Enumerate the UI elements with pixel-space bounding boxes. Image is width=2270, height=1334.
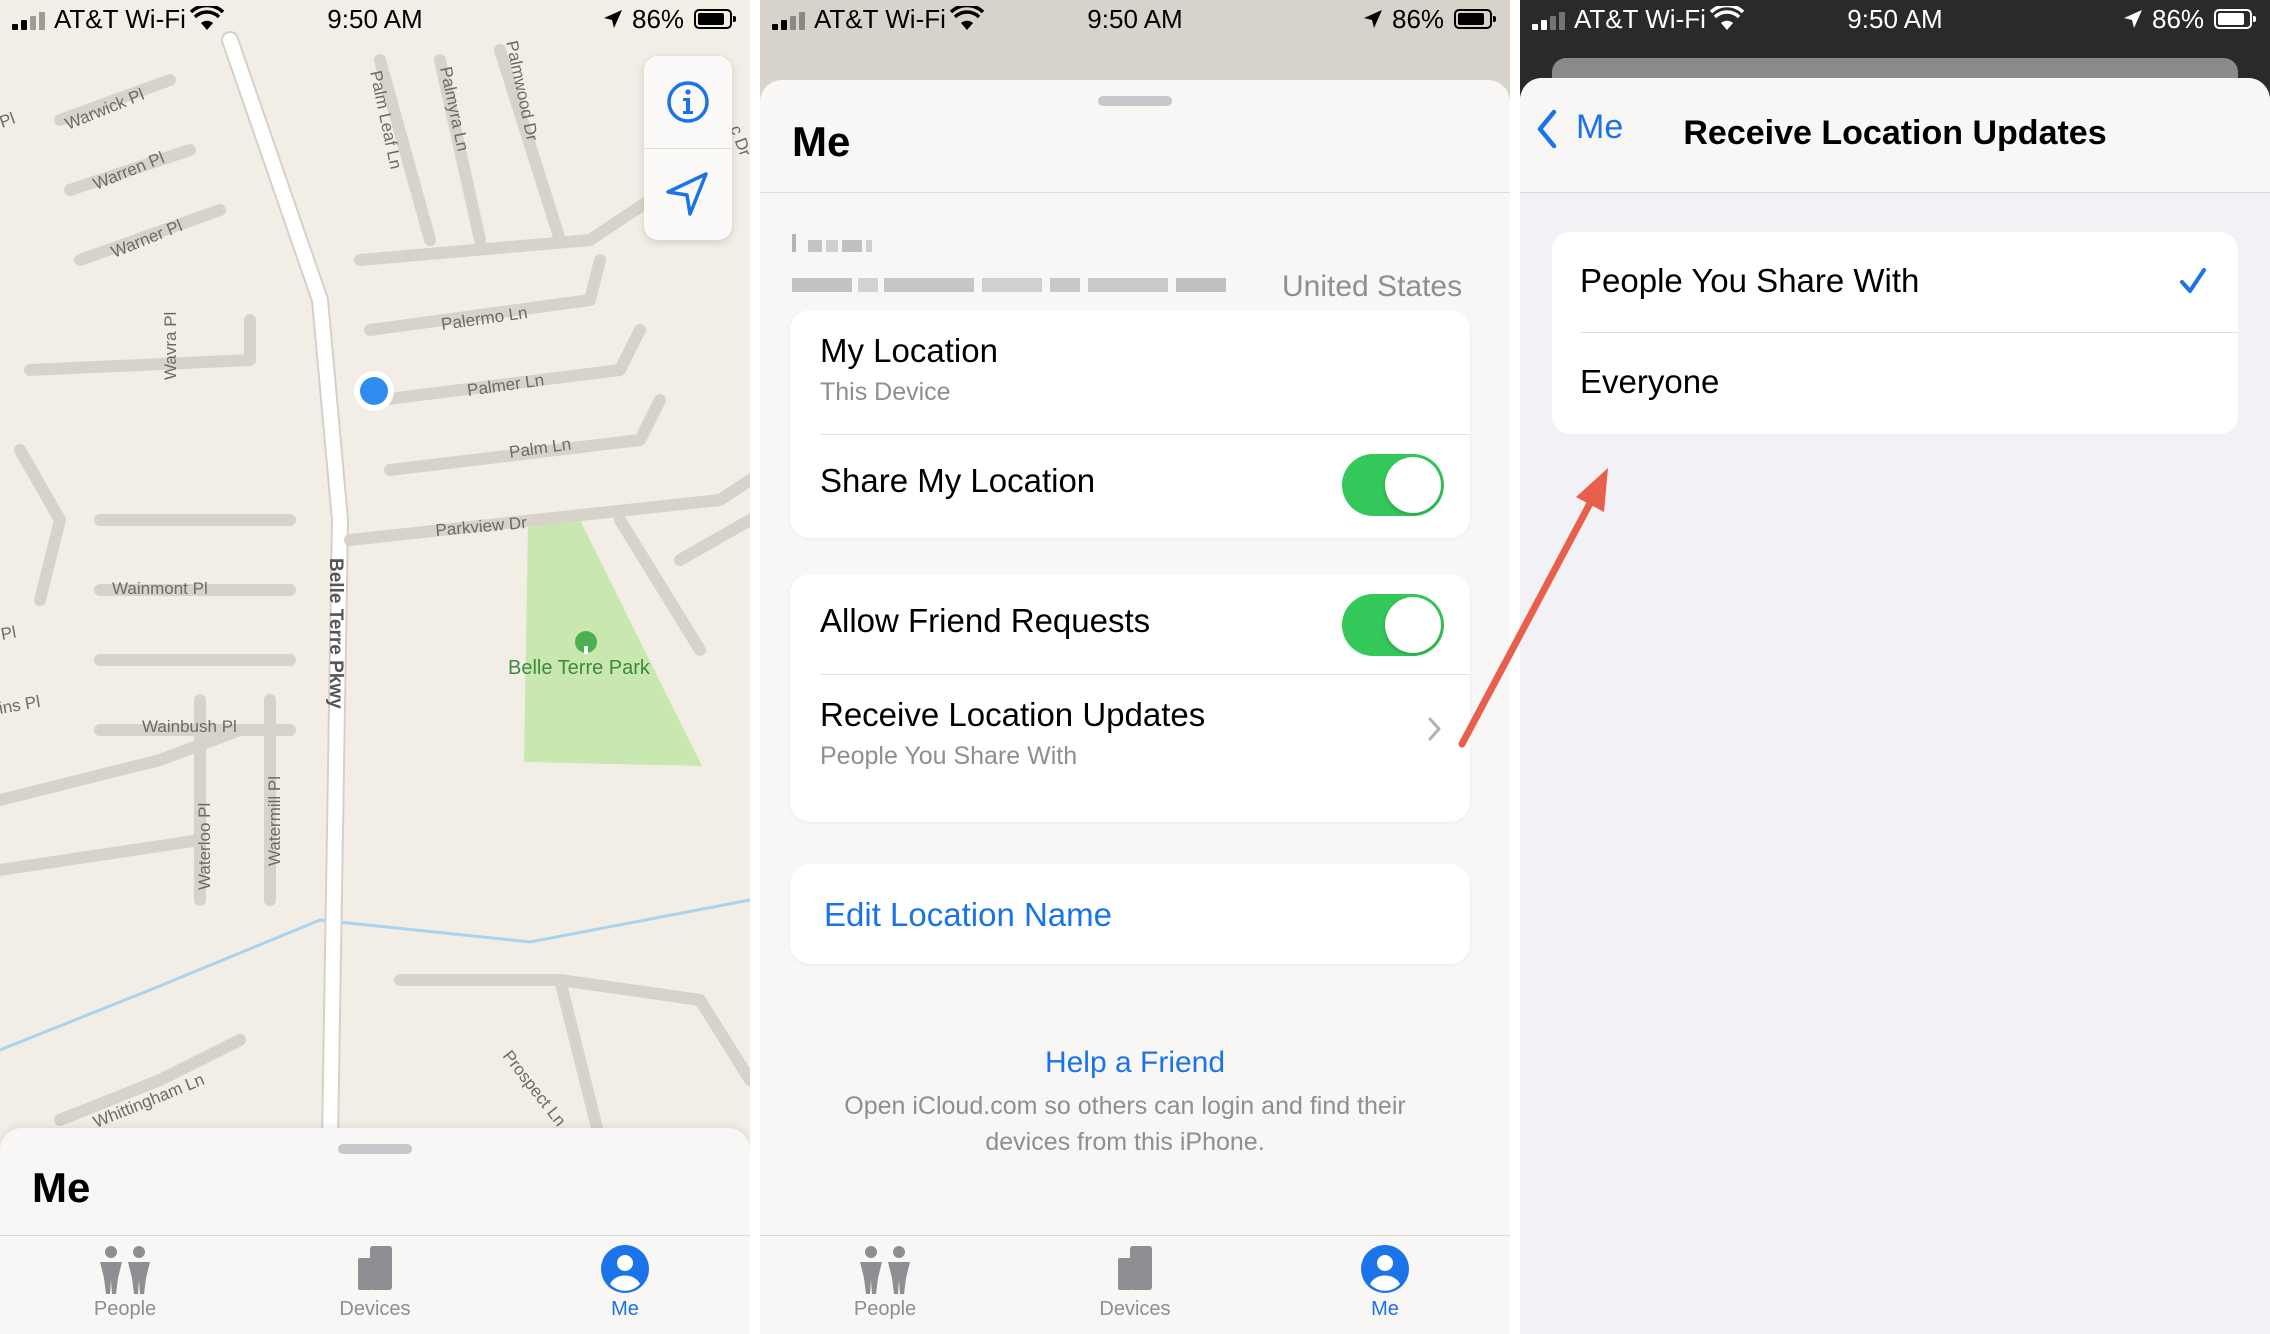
battery-icon: [694, 9, 736, 29]
status-bar: AT&T Wi-Fi 9:50 AM 86%: [1520, 0, 2270, 40]
sheet-grabber[interactable]: [338, 1144, 412, 1154]
location-services-icon: [1364, 10, 1382, 28]
edit-location-name-button[interactable]: Edit Location Name: [790, 864, 1470, 964]
option-label: People You Share With: [1580, 262, 1920, 299]
sheet-grabber[interactable]: [1098, 96, 1172, 106]
track-location-button[interactable]: [644, 148, 732, 240]
tab-label: People: [853, 1298, 917, 1320]
current-location-dot: [360, 377, 388, 405]
tab-label: Devices: [339, 1298, 411, 1320]
tab-me[interactable]: Me: [1260, 1244, 1510, 1321]
street-label: Watermill Pl: [265, 776, 284, 866]
chevron-right-icon: [1428, 717, 1441, 741]
receive-location-updates-label: Receive Location Updates: [820, 696, 1206, 733]
panel-map-screen: Warwick Pl Warren Pl Warner Pl Palm Leaf…: [0, 0, 750, 1334]
option-everyone[interactable]: Everyone: [1552, 333, 2238, 433]
battery-icon: [1454, 9, 1496, 29]
checkmark-icon: [2180, 268, 2206, 293]
allow-friend-requests-label: Allow Friend Requests: [820, 602, 1151, 639]
tab-devices[interactable]: Devices: [1010, 1244, 1260, 1321]
devices-icon: [358, 1246, 392, 1290]
panel-me-screen: AT&T Wi-Fi 9:50 AM 86% Me United States …: [760, 0, 1510, 1334]
tab-devices[interactable]: Devices: [250, 1244, 500, 1321]
tab-label: People: [93, 1298, 157, 1320]
my-location-label: My Location: [820, 332, 998, 369]
map-controls: [644, 56, 732, 240]
tab-label: Me: [611, 1298, 639, 1320]
redacted-address-name: [792, 234, 872, 252]
location-services-icon: [604, 10, 622, 28]
battery-icon: [2214, 9, 2256, 29]
panel-receive-updates-screen: AT&T Wi-Fi 9:50 AM 86% Me Receive Locati…: [1520, 0, 2270, 1334]
option-people-you-share-with[interactable]: People You Share With: [1552, 232, 2238, 332]
location-arrow-icon: [666, 172, 708, 216]
main-road-label: Belle Terre Pkwy: [325, 558, 346, 709]
tab-me[interactable]: Me: [500, 1244, 750, 1321]
share-my-location-toggle[interactable]: [1342, 454, 1444, 516]
devices-icon: [1118, 1246, 1152, 1290]
redacted-address: [792, 278, 1226, 292]
tab-bar: People Devices Me: [760, 1235, 1510, 1334]
me-icon: [601, 1245, 649, 1293]
street-label: Wavra Pl: [161, 312, 180, 380]
tab-bar: People Devices Me: [0, 1235, 750, 1334]
people-icon: [100, 1246, 150, 1294]
location-services-icon: [2124, 10, 2142, 28]
share-my-location-label: Share My Location: [820, 462, 1096, 499]
location-card: My Location This Device Share My Locatio…: [790, 310, 1470, 538]
my-location-value: This Device: [820, 378, 951, 406]
battery-percent: 86%: [2152, 4, 2205, 34]
help-text-line1: Open iCloud.com so others can login and …: [844, 1092, 1406, 1120]
address-country: United States: [1282, 270, 1463, 303]
info-button[interactable]: [644, 56, 732, 148]
street-label: Wainbush Pl: [142, 717, 237, 736]
allow-friend-requests-toggle[interactable]: [1342, 594, 1444, 656]
receive-location-updates-row[interactable]: Receive Location Updates People You Shar…: [790, 674, 1470, 822]
help-text-line2: devices from this iPhone.: [985, 1128, 1265, 1156]
option-label: Everyone: [1580, 363, 1720, 400]
sheet-title: Me: [32, 1164, 91, 1211]
street-label: Wainmont Pl: [112, 579, 208, 598]
info-icon: [667, 81, 709, 123]
status-bar: AT&T Wi-Fi 9:50 AM 86%: [0, 0, 750, 40]
tab-label: Devices: [1099, 1298, 1171, 1320]
receive-updates-sheet: Me Receive Location Updates People You S…: [1520, 78, 2270, 1334]
options-list: People You Share With Everyone: [1552, 232, 2238, 434]
sheet-title: Me: [792, 118, 851, 165]
me-sheet-expanded: Me United States My Location This Device: [760, 80, 1510, 1334]
people-icon: [860, 1246, 910, 1294]
tab-people[interactable]: People: [760, 1244, 1010, 1321]
battery-percent: 86%: [632, 4, 685, 34]
me-icon: [1361, 1245, 1409, 1293]
receive-location-updates-value: People You Share With: [820, 742, 1078, 770]
tab-label: Me: [1371, 1298, 1399, 1320]
edit-location-name-label: Edit Location Name: [824, 896, 1112, 933]
park-label: Belle Terre Park: [508, 657, 651, 679]
help-a-friend-link[interactable]: Help a Friend: [760, 1046, 1510, 1080]
nav-bar: Me Receive Location Updates: [1520, 78, 2270, 193]
tab-people[interactable]: People: [0, 1244, 250, 1321]
street-label: Waterloo Pl: [195, 803, 214, 890]
battery-percent: 86%: [1392, 4, 1445, 34]
page-title: Receive Location Updates: [1683, 114, 2107, 152]
friends-card: Allow Friend Requests Receive Location U…: [790, 574, 1470, 822]
status-bar: AT&T Wi-Fi 9:50 AM 86%: [760, 0, 1510, 40]
